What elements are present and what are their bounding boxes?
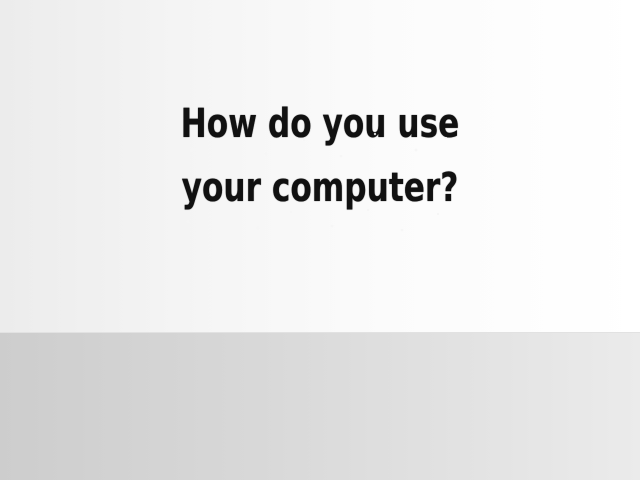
headline-line-2: your computer? bbox=[181, 165, 459, 211]
slide: How do you use your computer? bbox=[0, 0, 640, 480]
headline-line-1: How do you use bbox=[180, 101, 460, 147]
slide-headline: How do you use your computer? bbox=[0, 104, 640, 208]
slide-lower-panel bbox=[0, 333, 640, 480]
